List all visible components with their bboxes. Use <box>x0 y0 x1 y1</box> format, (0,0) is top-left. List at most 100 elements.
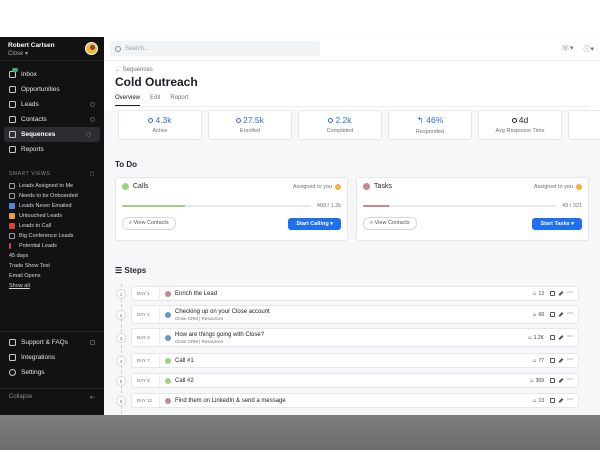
nav-reports[interactable]: Reports <box>0 142 104 157</box>
more-icon[interactable]: ⋯ <box>567 397 573 403</box>
add-smart-view-icon[interactable]: ▢ <box>90 171 95 177</box>
step-row[interactable]: DAY 3 How are things going with Close? Clo… <box>131 328 579 347</box>
clock-icon <box>511 118 517 123</box>
smart-views-list: Leads Assigned to Me Needs to be Onboard… <box>0 181 104 291</box>
exclamation-icon <box>9 243 11 249</box>
step-row[interactable]: DAY 1 Checking up on your Close account Cl… <box>131 305 579 324</box>
edit-icon[interactable] <box>558 291 564 296</box>
tab-edit[interactable]: Edit <box>150 95 160 106</box>
tab-overview[interactable]: Overview <box>115 95 141 106</box>
smart-view-item[interactable]: 45 days <box>0 251 104 261</box>
search-input[interactable]: Search... <box>110 41 320 56</box>
step-type-icon <box>165 311 171 318</box>
step-type-icon <box>165 397 171 404</box>
edit-icon[interactable] <box>558 335 564 340</box>
smart-view-item[interactable]: Big Conference Leads <box>0 231 104 241</box>
step-actions: ⋯ <box>550 311 573 317</box>
step-body: How are things going with Close? Close CR… <box>175 332 522 344</box>
breadcrumb[interactable]: ← Sequences <box>115 67 589 73</box>
step-body: Call #1 <box>175 358 522 364</box>
email-icon[interactable] <box>550 398 555 403</box>
add-icon[interactable] <box>86 132 91 137</box>
step-day: DAY 3 <box>137 329 160 346</box>
step-type-icon <box>165 290 171 297</box>
smart-view-label: Leads to Call <box>19 223 52 229</box>
org-switcher[interactable]: Close ▾ <box>8 50 96 57</box>
smart-view-item[interactable]: Leads Assigned to Me <box>0 181 104 191</box>
overview-panel: 4.3k Active 27.5k Enrolled 2.2k Completed ↰… <box>104 110 600 415</box>
nav-integrations[interactable]: Integrations <box>0 350 104 365</box>
start-calling-button[interactable]: Start Calling ▾ <box>288 217 341 230</box>
user-menu[interactable]: Robert Carlsen Close ▾ <box>0 37 104 61</box>
edit-icon[interactable] <box>558 312 564 317</box>
nav-leads[interactable]: Leads <box>0 97 104 112</box>
tasks-progress-bar <box>363 204 557 208</box>
stat-label: Responded <box>415 129 445 135</box>
smart-view-label: Untouched Leads <box>19 213 63 219</box>
top-bar: Search... ☏▾ ⓘ▾ <box>104 37 600 61</box>
step-row[interactable]: DAY 12 Find them on LinkedIn & send a mes… <box>131 393 579 408</box>
smart-view-item[interactable]: Email Opens <box>0 271 104 281</box>
stat-enrolled: 27.5k Enrolled <box>208 110 292 140</box>
smart-view-item[interactable]: Untouched Leads <box>0 211 104 221</box>
step-row[interactable]: DAY 1 Enrich the Lead ☺ 13 ⋯ <box>131 286 579 301</box>
step-row[interactable]: DAY 7 Call #1 ☺ 77 ⋯ <box>131 353 579 368</box>
email-icon[interactable] <box>550 291 555 296</box>
settings-icon <box>9 369 16 376</box>
person-icon <box>236 118 242 123</box>
step-row[interactable]: DAY 9 Call #2 ☺ 309 ⋯ <box>131 373 579 388</box>
step-sub: Close CRM | Resources <box>175 315 224 321</box>
nav-sequences[interactable]: Sequences <box>4 127 100 142</box>
contacts-icon <box>9 116 16 123</box>
nav-inbox[interactable]: Inbox <box>0 67 104 82</box>
more-icon[interactable]: ⋯ <box>567 334 573 340</box>
nav-label: Settings <box>21 369 45 376</box>
avatar[interactable] <box>85 42 98 55</box>
more-icon[interactable]: ⋯ <box>567 290 573 296</box>
collapse-button[interactable]: Collapse ⇤ <box>0 388 104 406</box>
stat-label: Completed <box>326 128 354 134</box>
edit-icon[interactable] <box>558 398 564 403</box>
step-label: Call #2 <box>175 377 194 384</box>
integrations-icon <box>9 354 16 361</box>
step-count-value: 68 <box>538 311 544 318</box>
help-icon[interactable]: ⓘ▾ <box>583 44 594 54</box>
add-icon[interactable] <box>90 117 95 122</box>
nav-opportunities[interactable]: Opportunities <box>0 82 104 97</box>
tab-report[interactable]: Report <box>170 95 188 106</box>
progress-text: 400 / 1.2k <box>316 203 341 209</box>
nav-support[interactable]: Support & FAQs <box>0 335 104 350</box>
more-icon[interactable]: ⋯ <box>567 357 573 363</box>
external-link-icon <box>90 340 95 345</box>
nav-contacts[interactable]: Contacts <box>0 112 104 127</box>
smart-view-item[interactable]: Trade Show Test <box>0 261 104 271</box>
todo-heading: To Do <box>115 160 138 169</box>
edit-icon[interactable] <box>558 378 564 383</box>
view-contacts-button[interactable]: ⌕ View Contacts <box>363 217 417 230</box>
stat-completed: 2.2k Completed <box>298 110 382 140</box>
more-icon[interactable]: ⋯ <box>567 377 573 383</box>
show-all-link[interactable]: Show all <box>0 281 104 291</box>
avatar <box>576 183 582 190</box>
smart-view-item[interactable]: Needs to be Onboarded <box>0 191 104 201</box>
email-icon[interactable] <box>550 378 555 383</box>
smart-view-item[interactable]: Leads to Call <box>0 221 104 231</box>
more-icon[interactable]: ⋯ <box>567 311 573 317</box>
start-tasks-button[interactable]: Start Tasks ▾ <box>532 217 582 230</box>
view-contacts-button[interactable]: ⌕ View Contacts <box>122 217 176 230</box>
email-icon[interactable] <box>550 335 555 340</box>
smart-view-item[interactable]: Potential Leads <box>0 241 104 251</box>
sidebar: Robert Carlsen Close ▾ Inbox Opportuniti… <box>0 37 104 415</box>
nav-label: Leads <box>21 101 39 108</box>
collapse-icon: ⇤ <box>89 395 95 401</box>
add-icon[interactable] <box>90 102 95 107</box>
email-icon[interactable] <box>550 312 555 317</box>
edit-icon[interactable] <box>558 358 564 363</box>
nav-settings[interactable]: Settings <box>0 365 104 380</box>
smart-view-item[interactable]: Leads Never Emailed <box>0 201 104 211</box>
step-number: 2 <box>116 309 126 320</box>
email-icon[interactable] <box>550 358 555 363</box>
steps-title-label: Steps <box>124 266 147 275</box>
step-number: 6 <box>116 395 126 406</box>
phone-icon[interactable]: ☏▾ <box>561 44 573 54</box>
